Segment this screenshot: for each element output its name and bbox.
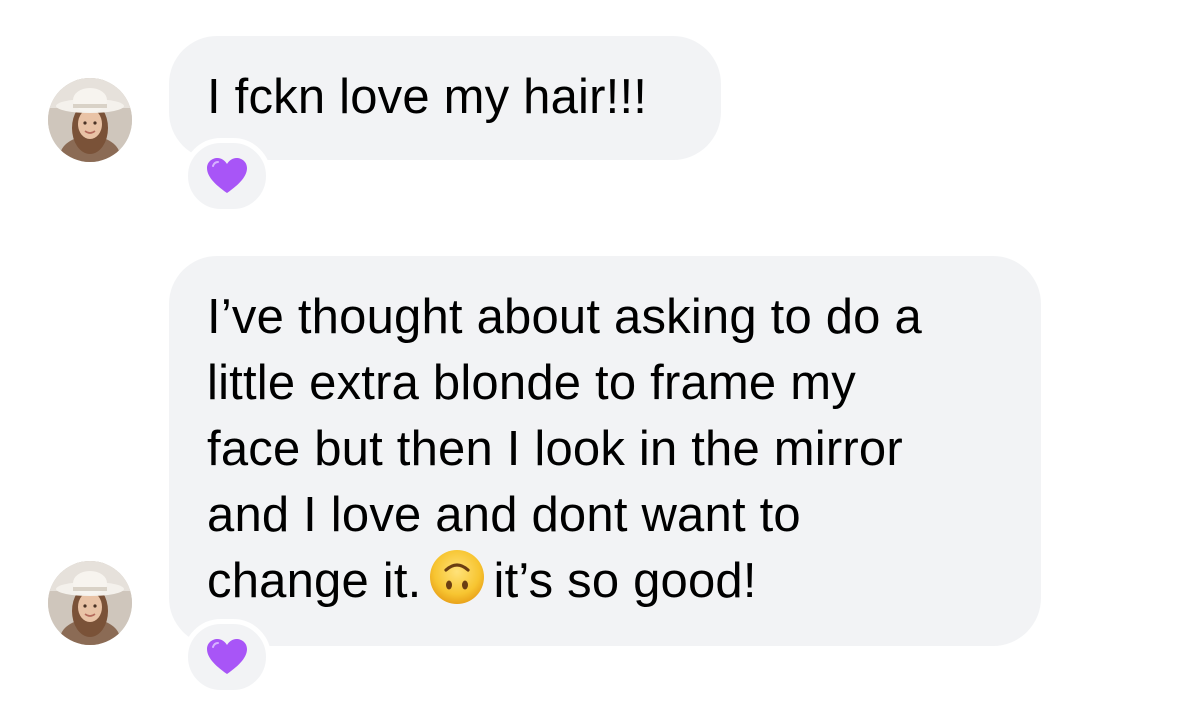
purple-heart-icon <box>207 639 247 674</box>
avatar-photo-icon <box>48 561 132 645</box>
message-text-segment: change it. <box>207 554 422 608</box>
avatar-photo-icon <box>48 78 132 162</box>
upside-down-face-icon <box>429 550 484 604</box>
message-text-line: face but then I look in the mirror <box>207 422 903 476</box>
reaction-badge[interactable] <box>183 619 271 695</box>
purple-heart-icon <box>207 158 247 193</box>
message-text-line: and I love and dont want to <box>207 488 801 542</box>
message-text-line: little extra blonde to frame my <box>207 356 856 410</box>
sender-avatar[interactable] <box>48 561 132 645</box>
message-text-segment: it’s so good! <box>493 554 757 608</box>
sender-avatar[interactable] <box>48 78 132 162</box>
message-bubble[interactable]: I fckn love my hair!!! <box>169 36 721 160</box>
message-bubble[interactable]: I’ve thought about asking to do a little… <box>169 256 1041 646</box>
message-text-line-last: change it. it’s so good! <box>207 548 1003 614</box>
message-text-line: I’ve thought about asking to do a <box>207 290 922 344</box>
message-text: I fckn love my hair!!! <box>207 70 648 124</box>
reaction-badge[interactable] <box>183 138 271 214</box>
